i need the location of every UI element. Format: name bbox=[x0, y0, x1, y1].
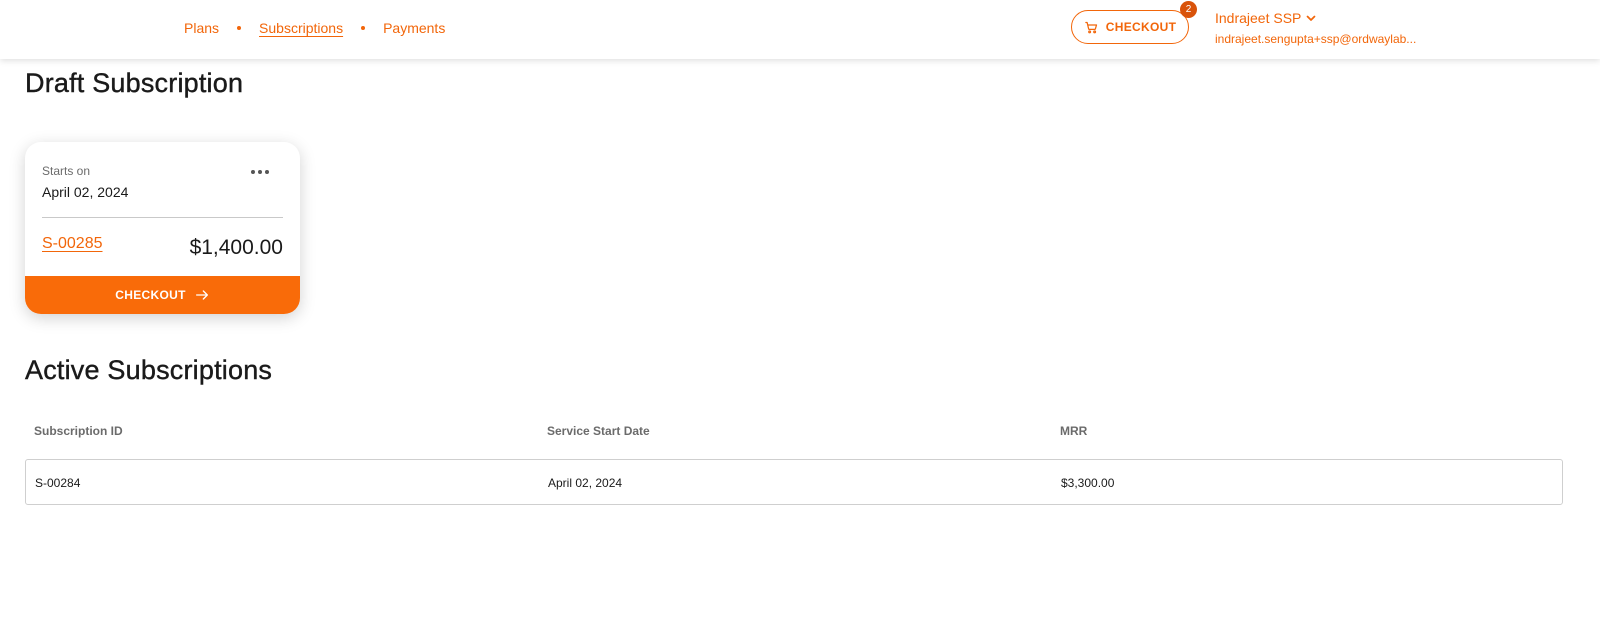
card-checkout-label: CHECKOUT bbox=[115, 288, 186, 302]
column-header-service-start-date[interactable]: Service Start Date bbox=[547, 424, 650, 438]
user-email: indrajeet.sengupta+ssp@ordwaylab... bbox=[1215, 32, 1417, 46]
more-icon[interactable] bbox=[251, 166, 271, 178]
nav-separator bbox=[361, 25, 366, 30]
starts-on-label: Starts on bbox=[42, 164, 91, 178]
column-header-subscription-id[interactable]: Subscription ID bbox=[34, 424, 123, 438]
card-divider bbox=[42, 217, 283, 218]
draft-subscription-amount: $1,400.00 bbox=[189, 236, 283, 259]
user-menu[interactable]: Indrajeet SSP indrajeet.sengupta+ssp@ord… bbox=[1215, 10, 1416, 46]
nav-item-plans[interactable]: Plans bbox=[184, 20, 219, 36]
header-checkout-label: CHECKOUT bbox=[1105, 20, 1177, 34]
user-name: Indrajeet SSP bbox=[1215, 10, 1302, 26]
table-header: Subscription ID Service Start Date MRR bbox=[25, 420, 1563, 442]
nav-separator bbox=[237, 25, 242, 30]
nav-item-subscriptions[interactable]: Subscriptions bbox=[259, 20, 343, 36]
cell-subscription-id: S-00284 bbox=[35, 476, 81, 490]
cart-count-badge: 2 bbox=[1180, 1, 1197, 18]
main-nav: Plans Subscriptions Payments bbox=[184, 0, 445, 55]
table-row[interactable]: S-00284 April 02, 2024 $3,300.00 bbox=[25, 459, 1563, 505]
user-name-dropdown[interactable]: Indrajeet SSP bbox=[1215, 10, 1416, 26]
draft-subscription-card: Starts on April 02, 2024 S-00285 $1,400.… bbox=[25, 142, 300, 314]
nav-item-payments[interactable]: Payments bbox=[383, 20, 445, 36]
cell-mrr: $3,300.00 bbox=[1061, 476, 1115, 490]
active-subscriptions-title: Active Subscriptions bbox=[25, 355, 273, 385]
card-checkout-button[interactable]: CHECKOUT bbox=[25, 276, 300, 314]
arrow-right-icon bbox=[195, 290, 208, 300]
chevron-down-icon bbox=[1307, 15, 1316, 21]
draft-subscription-title: Draft Subscription bbox=[25, 68, 244, 98]
header-checkout-button[interactable]: CHECKOUT bbox=[1071, 10, 1189, 44]
top-navigation-bar: Plans Subscriptions Payments CHECKOUT 2 … bbox=[0, 0, 1600, 59]
cell-service-start-date: April 02, 2024 bbox=[548, 476, 623, 490]
cart-icon bbox=[1085, 21, 1097, 33]
starts-on-date: April 02, 2024 bbox=[42, 184, 129, 200]
column-header-mrr[interactable]: MRR bbox=[1060, 424, 1087, 438]
draft-subscription-id-link[interactable]: S-00285 bbox=[42, 235, 103, 253]
